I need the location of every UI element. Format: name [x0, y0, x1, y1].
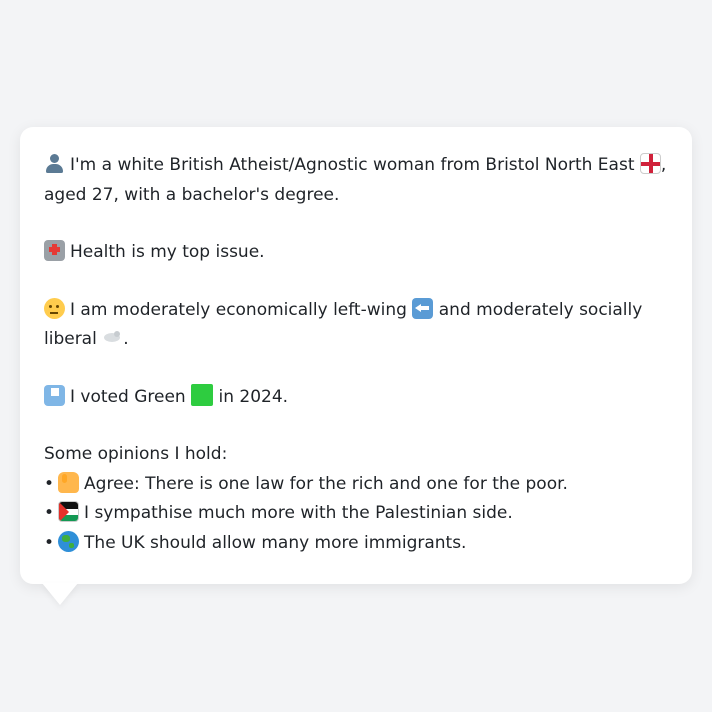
vote-text-1: I voted Green [70, 386, 186, 407]
health-paragraph: Health is my top issue. [44, 238, 668, 268]
opinion-item: • I sympathise much more with the Palesti… [44, 499, 668, 529]
intro-suffix: , [660, 155, 667, 175]
vote-text-2: in 2024. [218, 386, 289, 407]
opinion-item: • The UK should allow many more immigrant… [44, 529, 668, 559]
hospital-icon [44, 240, 65, 261]
intro-text: I'm a white British Atheist/Agnostic wom… [70, 155, 635, 175]
opinion-text: The UK should allow many more immigrants… [84, 532, 467, 553]
intro-paragraph: I'm a white British Atheist/Agnostic wom… [44, 151, 668, 210]
bubble-tail [42, 583, 78, 605]
thinking-face-icon [44, 297, 65, 319]
opinion-text: Agree: There is one law for the rich and… [84, 473, 568, 494]
opinions-heading: Some opinions I hold: [44, 444, 228, 464]
health-text: Health is my top issue. [70, 242, 265, 262]
left-arrow-icon [412, 297, 434, 319]
palestine-flag-icon [58, 501, 80, 522]
vote-paragraph: I voted Green in 2024. [44, 383, 668, 413]
green-square-icon [191, 383, 214, 406]
bullet: • [44, 473, 55, 494]
bullet: • [44, 532, 55, 553]
england-flag-icon [639, 153, 661, 174]
thumbs-up-icon [58, 471, 80, 493]
bust-silhouette-icon [44, 153, 65, 174]
econ-text-1: I am moderately economically left-wing [70, 299, 407, 320]
intro-line-2: aged 27, with a bachelor's degree. [44, 184, 340, 205]
opinions-section: Some opinions I hold: • Agree: There is o… [44, 440, 668, 558]
globe-icon [58, 530, 80, 552]
bullet: • [44, 503, 55, 523]
econ-suffix: . [123, 329, 129, 349]
dove-icon [102, 327, 123, 348]
opinion-item: • Agree: There is one law for the rich an… [44, 470, 668, 500]
ballot-box-icon [44, 384, 65, 406]
chat-bubble: I'm a white British Atheist/Agnostic wom… [20, 127, 692, 584]
opinion-text: I sympathise much more with the Palestin… [84, 503, 513, 523]
economic-paragraph: I am moderately economically left-wing a… [44, 296, 668, 355]
